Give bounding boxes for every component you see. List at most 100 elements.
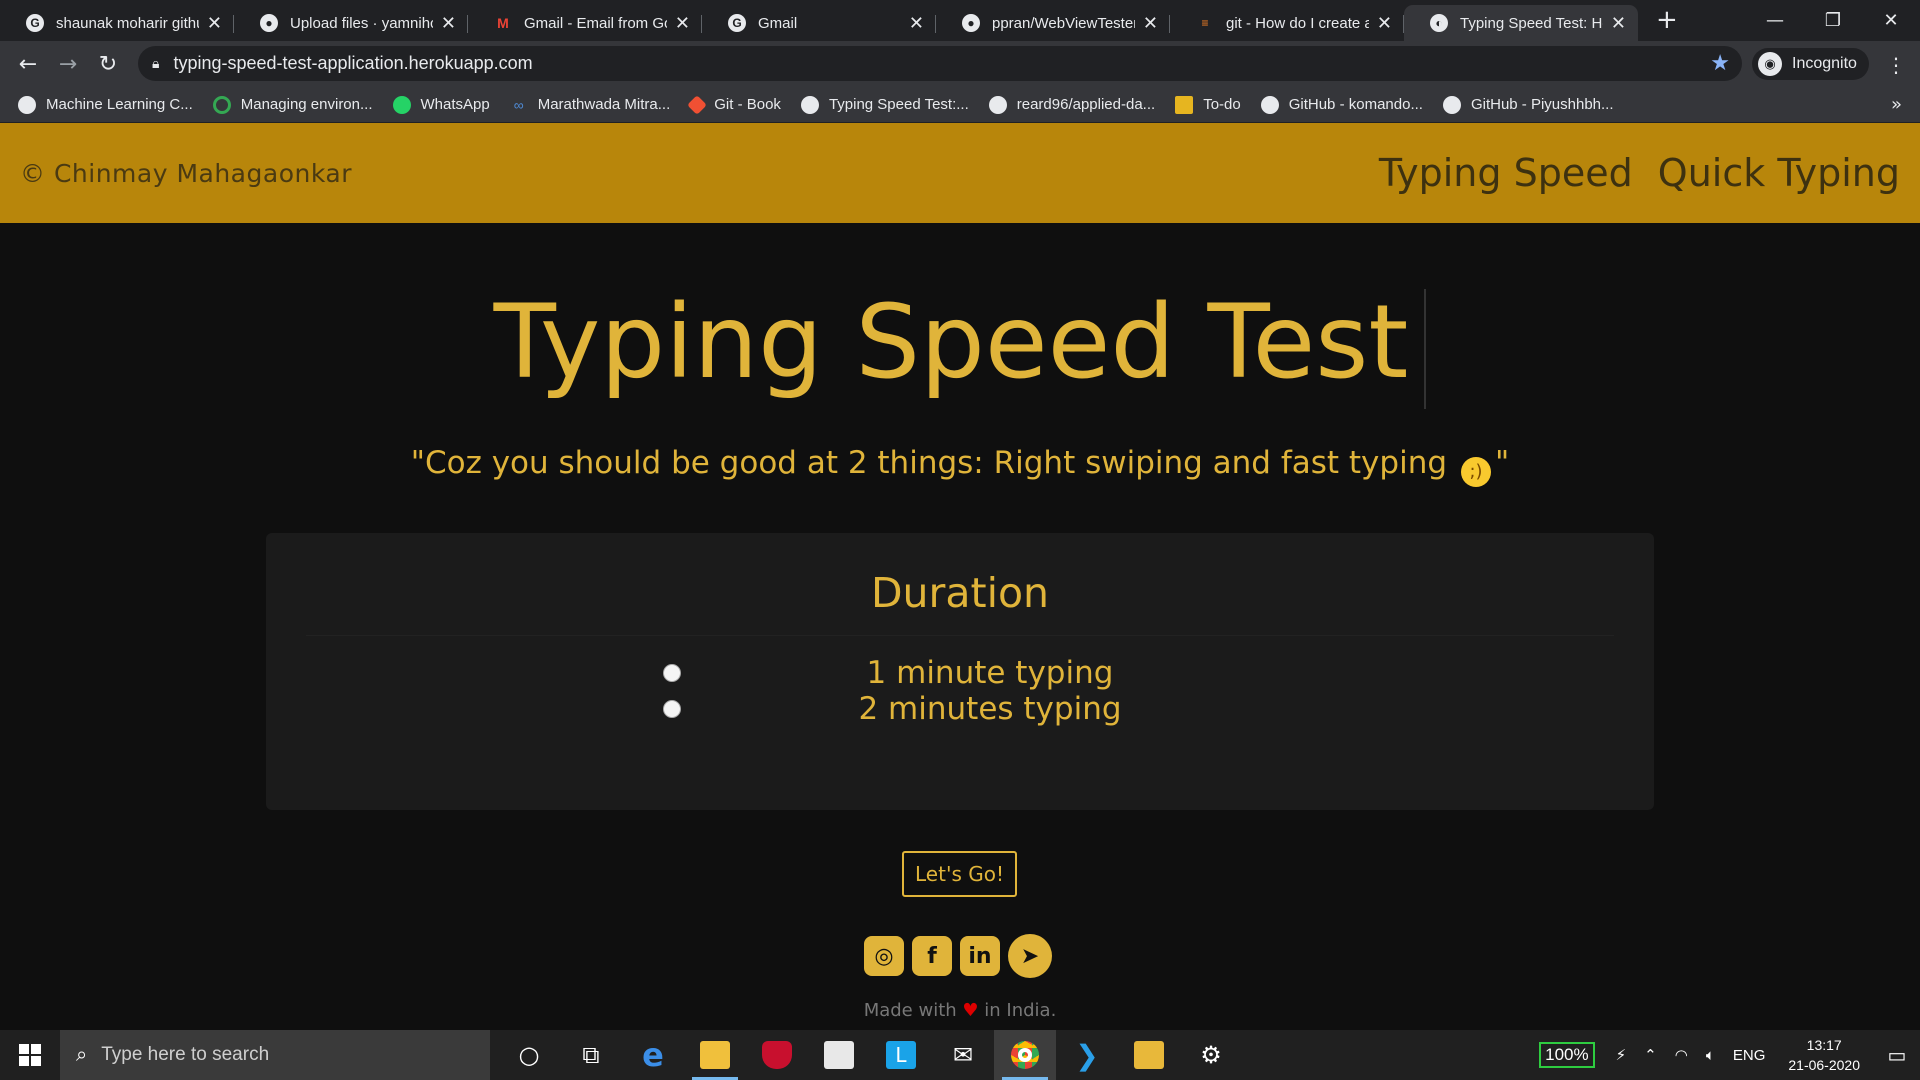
browser-tab[interactable]: ● ppran/WebViewTester: ✕: [936, 5, 1170, 41]
globe-icon: ◐: [1430, 14, 1448, 32]
tagline: "Coz you should be good at 2 things: Rig…: [0, 445, 1920, 488]
vscode-icon[interactable]: ❯: [1056, 1030, 1118, 1080]
social-links: ◎ f in ➤: [864, 934, 1060, 978]
minimize-icon[interactable]: —: [1746, 0, 1804, 40]
option-1-minute[interactable]: 1 minute typing: [266, 655, 1654, 691]
nav-typing-speed[interactable]: Typing Speed: [1379, 151, 1633, 195]
close-tab-icon[interactable]: ✕: [1143, 13, 1158, 34]
steam-icon[interactable]: ⚙: [1180, 1030, 1242, 1080]
bookmark-item[interactable]: ∞ Marathwada Mitra...: [510, 96, 671, 114]
bookmark-item[interactable]: WhatsApp: [392, 95, 490, 114]
window-controls: — ❐ ✕: [1746, 0, 1920, 40]
mcafee-icon[interactable]: [746, 1030, 808, 1080]
edge-icon[interactable]: e: [622, 1030, 684, 1080]
option-label[interactable]: 1 minute typing: [266, 655, 1654, 691]
bookmark-icon: [18, 95, 36, 114]
language-indicator[interactable]: ENG: [1733, 1047, 1766, 1064]
taskbar-search[interactable]: ⌕ Type here to search: [60, 1030, 490, 1080]
close-window-icon[interactable]: ✕: [1862, 0, 1920, 40]
bookmark-item[interactable]: GitHub - komando...: [1260, 95, 1423, 114]
option-label[interactable]: 2 minutes typing: [266, 691, 1654, 727]
close-tab-icon[interactable]: ✕: [1377, 13, 1392, 34]
launcher-l-icon[interactable]: L: [870, 1030, 932, 1080]
search-icon: ⌕: [76, 1043, 88, 1066]
forward-icon[interactable]: →: [48, 52, 88, 77]
telegram-icon[interactable]: ➤: [1008, 934, 1052, 978]
duration-heading: Duration: [870, 569, 1050, 617]
volume-icon[interactable]: 🔈︎: [1706, 1047, 1715, 1064]
mail-icon[interactable]: ✉: [932, 1030, 994, 1080]
browser-tab[interactable]: G Gmail ✕: [702, 5, 936, 41]
nav-quick-typing[interactable]: Quick Typing: [1658, 151, 1900, 195]
circle-icon: [212, 95, 231, 114]
restore-icon[interactable]: ❐: [1804, 0, 1862, 40]
bookmark-item[interactable]: reard96/applied-da...: [988, 95, 1155, 114]
battery-indicator[interactable]: 100%: [1539, 1042, 1595, 1068]
page-title: Typing Speed Test: [0, 283, 1920, 410]
divider: [306, 635, 1614, 636]
windows-taskbar: ⌕ Type here to search ○ ⧉ e L ✉ ❯ ⚙ 100%…: [0, 1030, 1920, 1080]
bookmark-item[interactable]: Git - Book: [687, 94, 781, 115]
taskbar-apps: ○ ⧉ e L ✉ ❯ ⚙: [498, 1030, 1242, 1080]
lock-icon[interactable]: 🔒︎: [152, 56, 159, 72]
store-icon[interactable]: [808, 1030, 870, 1080]
browser-tab-active[interactable]: ◐Typing Speed Test: Hon✕: [1404, 5, 1638, 41]
link-icon: ∞: [513, 96, 524, 113]
heart-icon: ♥: [962, 1000, 979, 1021]
windows-logo-icon: [19, 1044, 41, 1066]
browser-tab-strip: Gshaunak moharir githu ✕ ● Upload files · …: [0, 0, 1920, 41]
bookmark-item[interactable]: To-do: [1175, 95, 1241, 114]
back-icon[interactable]: ←: [8, 52, 48, 77]
wifi-icon[interactable]: ◠: [1675, 1046, 1688, 1064]
gmail-icon: M: [497, 15, 509, 31]
close-tab-icon[interactable]: ✕: [909, 13, 924, 34]
facebook-icon[interactable]: f: [912, 936, 952, 976]
github-icon[interactable]: ◎: [864, 936, 904, 976]
menu-kebab-icon[interactable]: ⋮: [1886, 53, 1906, 77]
github-icon: [1442, 95, 1461, 114]
duration-card: Duration 1 minute typing 2 minutes typin…: [266, 533, 1654, 810]
close-tab-icon[interactable]: ✕: [441, 13, 456, 34]
clock[interactable]: 13:17 21-06-2020: [1788, 1035, 1860, 1075]
google-icon: G: [26, 14, 44, 32]
cortana-icon[interactable]: ○: [498, 1030, 560, 1080]
chrome-icon[interactable]: [994, 1030, 1056, 1080]
system-tray: 100% ⚡︎ ⌃ ◠ 🔈︎ ENG 13:17 21-06-2020 ▭: [1539, 1030, 1920, 1080]
task-view-icon[interactable]: ⧉: [560, 1030, 622, 1080]
close-tab-icon[interactable]: ✕: [1611, 13, 1626, 34]
puzzle-app-icon[interactable]: [1118, 1030, 1180, 1080]
notification-icon[interactable]: ▭: [1874, 1043, 1920, 1068]
image-icon: [1175, 95, 1194, 114]
incognito-badge[interactable]: ◉ Incognito: [1752, 48, 1869, 80]
bookmark-item[interactable]: Managing environ...: [212, 95, 373, 114]
whatsapp-icon: [392, 95, 411, 114]
bookmark-star-icon[interactable]: ★: [1710, 51, 1730, 76]
chevron-up-icon[interactable]: ⌃: [1644, 1046, 1657, 1064]
more-bookmarks-icon[interactable]: »: [1891, 94, 1902, 115]
start-button[interactable]: [0, 1030, 60, 1080]
close-tab-icon[interactable]: ✕: [675, 13, 690, 34]
bookmark-item[interactable]: Typing Speed Test:...: [800, 95, 969, 114]
browser-tab[interactable]: Gshaunak moharir githu ✕: [0, 5, 234, 41]
bookmarks-bar: Machine Learning C... Managing environ..…: [0, 87, 1920, 123]
search-placeholder: Type here to search: [101, 1044, 270, 1065]
option-2-minutes[interactable]: 2 minutes typing: [266, 691, 1654, 727]
url-text[interactable]: typing-speed-test-application.herokuapp.…: [173, 53, 532, 74]
git-icon: [687, 94, 708, 115]
globe-icon: [800, 95, 819, 114]
bookmark-item[interactable]: Machine Learning C...: [18, 95, 193, 114]
bookmark-item[interactable]: GitHub - Piyushhbh...: [1442, 95, 1614, 114]
address-bar[interactable]: 🔒︎ typing-speed-test-application.herokua…: [138, 46, 1742, 81]
charging-icon[interactable]: ⚡︎: [1616, 1046, 1627, 1064]
incognito-label: Incognito: [1792, 55, 1857, 72]
site-nav: Typing Speed Quick Typing: [1359, 151, 1900, 195]
browser-tab[interactable]: M Gmail - Email from Goo ✕: [468, 5, 702, 41]
browser-tab[interactable]: ≡ git - How do I create a ✕: [1170, 5, 1404, 41]
file-explorer-icon[interactable]: [684, 1030, 746, 1080]
lets-go-button[interactable]: Let's Go!: [902, 851, 1017, 897]
reload-icon[interactable]: ↻: [88, 52, 128, 77]
browser-tab[interactable]: ● Upload files · yamnihc0 ✕: [234, 5, 468, 41]
close-tab-icon[interactable]: ✕: [207, 13, 222, 34]
linkedin-icon[interactable]: in: [960, 936, 1000, 976]
new-tab-button[interactable]: +: [1656, 5, 1678, 35]
